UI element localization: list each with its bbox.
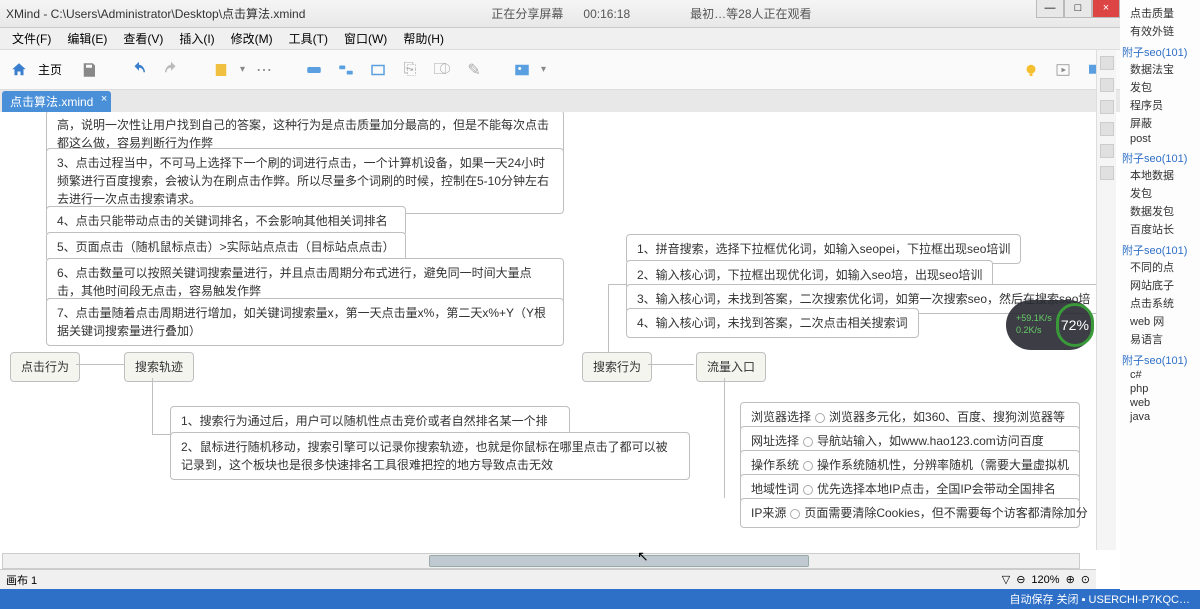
relation-icon[interactable] [365, 57, 391, 83]
bottom-bar: 自动保存 关闭 ▪ USERCHI-P7KQC… [0, 589, 1200, 609]
tab-strip: 点击算法.xmind × [0, 90, 1200, 112]
share-status: 正在分享屏幕 [491, 5, 563, 22]
side-item[interactable]: post [1122, 132, 1198, 146]
rail-btn-4[interactable] [1100, 122, 1114, 136]
window-controls: — □ × [1036, 0, 1120, 18]
close-button[interactable]: × [1092, 0, 1120, 18]
side-item[interactable]: 网站底子 [1122, 276, 1198, 294]
node-traffic-entry[interactable]: 流量入口 [696, 352, 766, 382]
tab-label: 点击算法.xmind [10, 95, 93, 109]
side-item[interactable]: 不同的点 [1122, 258, 1198, 276]
mindmap-canvas[interactable]: 高，说明一次性让用户找到自己的答案，这种行为是点击质量加分最高的，但是不能每次点… [0, 112, 1096, 548]
menu-help[interactable]: 帮助(H) [395, 28, 452, 49]
autosave-label: 自动保存 关闭 ▪ USERCHI-P7KQC… [1009, 591, 1190, 607]
toolbar: 主页 ▾ ⋯ ⎘ ⎄ ✎ ▾ ⇪ ▾ ⎘ ▾ [0, 50, 1200, 90]
dropdown2-icon[interactable]: ▾ [541, 64, 546, 75]
side-item[interactable]: java [1122, 410, 1198, 424]
paste-icon[interactable] [208, 57, 234, 83]
perf-overlay: +59.1K/s 0.2K/s 72% [1006, 300, 1094, 350]
side-item[interactable]: web [1122, 396, 1198, 410]
side-item[interactable]: 数据发包 [1122, 202, 1198, 220]
topic-icon[interactable] [301, 57, 327, 83]
home-label[interactable]: 主页 [38, 61, 62, 78]
menu-file[interactable]: 文件(F) [4, 28, 59, 49]
node-tip7[interactable]: 7、点击量随着点击周期进行增加，如关键词搜索量x，第一天点击量x%，第二天x%+… [46, 298, 564, 346]
side-item[interactable]: php [1122, 382, 1198, 396]
node-click-behavior[interactable]: 点击行为 [10, 352, 80, 382]
sheet-label[interactable]: 画布 1 [6, 572, 37, 588]
save-icon[interactable] [76, 57, 102, 83]
side-item[interactable]: 发包 [1122, 184, 1198, 202]
window-title: XMind - C:\Users\Administrator\Desktop\点… [0, 5, 311, 22]
side-item[interactable]: 百度站长 [1122, 220, 1198, 238]
side-item[interactable]: 程序员 [1122, 96, 1198, 114]
dropdown-icon[interactable]: ▾ [240, 64, 245, 75]
side-head[interactable]: 附子seo(101) [1122, 44, 1198, 60]
share-viewers: 最初…等28人正在观看 [690, 5, 811, 22]
side-item[interactable]: 本地数据 [1122, 166, 1198, 184]
side-head[interactable]: 附子seo(101) [1122, 242, 1198, 258]
play-icon[interactable] [1050, 57, 1076, 83]
menu-edit[interactable]: 编辑(E) [59, 28, 115, 49]
side-item[interactable]: 数据法宝 [1122, 60, 1198, 78]
right-rail [1096, 50, 1116, 550]
titlebar: XMind - C:\Users\Administrator\Desktop\点… [0, 0, 1200, 28]
menu-view[interactable]: 查看(V) [115, 28, 171, 49]
node-search-track[interactable]: 搜索轨迹 [124, 352, 194, 382]
tab-close-icon[interactable]: × [101, 93, 107, 105]
node-tip3[interactable]: 3、点击过程当中，不可马上选择下一个刷的词进行点击，一个计算机设备，如果一天24… [46, 148, 564, 214]
h-scrollbar[interactable]: ↖ [2, 553, 1080, 569]
side-item[interactable]: 发包 [1122, 78, 1198, 96]
node-b2[interactable]: 2、鼠标进行随机移动，搜索引擎可以记录你搜索轨迹，也就是你鼠标在哪里点击了都可以… [170, 432, 690, 480]
zoom-value: 120% [1031, 574, 1059, 586]
menu-modify[interactable]: 修改(M) [223, 28, 281, 49]
rail-btn-5[interactable] [1100, 144, 1114, 158]
boundary-icon[interactable]: ⎘ [397, 57, 423, 83]
undo-icon[interactable] [126, 57, 152, 83]
tab-document[interactable]: 点击算法.xmind × [2, 91, 111, 112]
side-item[interactable]: 易语言 [1122, 330, 1198, 348]
menu-tools[interactable]: 工具(T) [281, 28, 336, 49]
image-icon[interactable] [509, 57, 535, 83]
zoom-in-icon[interactable]: ⊕ [1066, 573, 1075, 586]
side-item[interactable]: 有效外链 [1122, 22, 1198, 40]
share-time: 00:16:18 [583, 7, 630, 21]
rail-btn-1[interactable] [1100, 56, 1114, 70]
subtopic-icon[interactable] [333, 57, 359, 83]
status-bar: 画布 1 ▽ ⊖ 120% ⊕ ⊙ [0, 569, 1096, 589]
more-icon[interactable]: ⋯ [251, 57, 277, 83]
side-head[interactable]: 附子seo(101) [1122, 150, 1198, 166]
side-item[interactable]: web 网 [1122, 312, 1198, 330]
net-down: 0.2K/s [1016, 325, 1052, 337]
rail-btn-6[interactable] [1100, 166, 1114, 180]
side-panel: 点击质量 有效外链 附子seo(101) 数据法宝 发包 程序员 屏蔽 post… [1120, 0, 1200, 590]
h-scroll-thumb[interactable] [429, 555, 809, 567]
rail-btn-3[interactable] [1100, 100, 1114, 114]
home-icon[interactable] [6, 57, 32, 83]
menu-window[interactable]: 窗口(W) [336, 28, 395, 49]
maximize-button[interactable]: □ [1064, 0, 1092, 18]
side-item[interactable]: c# [1122, 368, 1198, 382]
paint-icon[interactable]: ✎ [461, 57, 487, 83]
perf-pct: 72% [1056, 303, 1094, 347]
bulb-icon[interactable] [1018, 57, 1044, 83]
side-item[interactable]: 屏蔽 [1122, 114, 1198, 132]
minimize-button[interactable]: — [1036, 0, 1064, 18]
side-item[interactable]: 点击质量 [1122, 4, 1198, 22]
rail-btn-2[interactable] [1100, 78, 1114, 92]
net-up: +59.1K/s [1016, 313, 1052, 325]
fit-icon[interactable]: ⊙ [1081, 573, 1090, 586]
summary-icon[interactable]: ⎄ [429, 57, 455, 83]
side-head[interactable]: 附子seo(101) [1122, 352, 1198, 368]
node-search-behavior[interactable]: 搜索行为 [582, 352, 652, 382]
side-item[interactable]: 点击系统 [1122, 294, 1198, 312]
node-r4[interactable]: 4、输入核心词，未找到答案，二次点击相关搜索词 [626, 308, 919, 338]
row-ip[interactable]: IP来源页面需要清除Cookies，但不需要每个访客都清除加分 [740, 498, 1080, 528]
menu-insert[interactable]: 插入(I) [171, 28, 222, 49]
zoom-out-icon[interactable]: ⊖ [1016, 573, 1025, 586]
filter-icon[interactable]: ▽ [1002, 573, 1010, 586]
redo-icon[interactable] [158, 57, 184, 83]
menubar: 文件(F) 编辑(E) 查看(V) 插入(I) 修改(M) 工具(T) 窗口(W… [0, 28, 1200, 50]
